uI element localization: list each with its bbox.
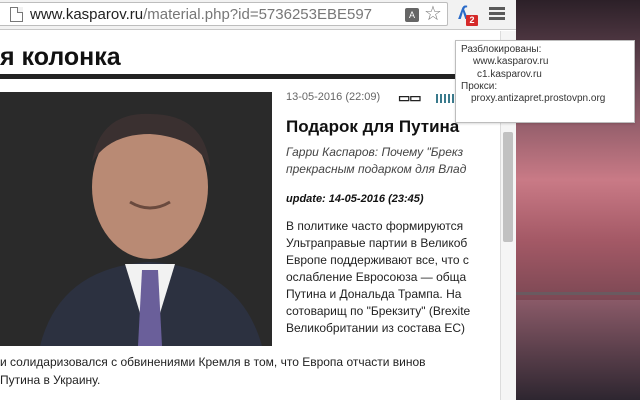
scrollbar-thumb[interactable] bbox=[503, 132, 513, 242]
menu-icon[interactable] bbox=[489, 7, 505, 21]
article-date: 13-05-2016 (22:09) bbox=[286, 91, 381, 103]
subtitle-line: Гарри Каспаров: Почему "Брекз bbox=[286, 145, 464, 159]
body-line: и солидаризовался с обвинениями Кремля в… bbox=[0, 355, 426, 369]
portrait-image bbox=[0, 92, 272, 346]
unblocked-label: Разблокированы: bbox=[461, 44, 542, 55]
body-line: Путина в Украину. bbox=[0, 373, 101, 387]
url-host: www.kasparov.ru bbox=[30, 6, 144, 23]
url-text[interactable]: www.kasparov.ru/material.php?id=5736253E… bbox=[30, 6, 372, 23]
unblocked-site: c1.kasparov.ru bbox=[477, 68, 542, 80]
pier-shape bbox=[516, 292, 640, 295]
url-path: /material.php?id=5736253EBE597 bbox=[143, 6, 373, 23]
page-icon bbox=[10, 7, 23, 22]
body-line: Великобритании из состава ЕС) bbox=[286, 321, 465, 335]
article-body-continued: и солидаризовался с обвинениями Кремля в… bbox=[0, 353, 500, 389]
antizapret-extension-icon[interactable]: ʎ 2 bbox=[454, 3, 478, 27]
body-line: Европе поддерживают все, что с bbox=[286, 253, 469, 267]
sea-shape bbox=[516, 300, 640, 400]
body-line: сотоварищ по "Брекзиту" (Brexite bbox=[286, 304, 471, 318]
address-bar[interactable]: www.kasparov.ru/material.php?id=5736253E… bbox=[0, 2, 448, 26]
page-header: я колонка bbox=[0, 40, 455, 76]
extension-badge: 2 bbox=[466, 15, 478, 26]
star-icon[interactable]: ☆ bbox=[424, 3, 442, 25]
article-body: В политике часто формируются Ультраправы… bbox=[286, 218, 500, 337]
unblocked-site: www.kasparov.ru bbox=[473, 56, 549, 68]
article-subtitle: Гарри Каспаров: Почему "Брекз прекрасным… bbox=[286, 144, 500, 178]
glasses-icon[interactable]: ▭▭ bbox=[398, 90, 422, 106]
page-title: я колонка bbox=[0, 43, 121, 71]
extension-popup: Разблокированы: www.kasparov.ru c1.kaspa… bbox=[455, 40, 635, 123]
header-divider bbox=[0, 74, 500, 79]
browser-toolbar: www.kasparov.ru/material.php?id=5736253E… bbox=[0, 0, 516, 30]
translate-icon[interactable]: A bbox=[405, 8, 419, 22]
article-photo[interactable] bbox=[0, 92, 272, 346]
body-line: В политике часто формируются bbox=[286, 219, 464, 233]
article-update: update: 14-05-2016 (23:45) bbox=[286, 193, 424, 205]
body-line: Путина и Дональда Трампа. На bbox=[286, 287, 462, 301]
subtitle-line: прекрасным подарком для Влад bbox=[286, 162, 467, 176]
article-headline[interactable]: Подарок для Путина bbox=[286, 117, 459, 137]
proxy-label: Прокси: bbox=[461, 80, 498, 92]
proxy-host: proxy.antizapret.prostovpn.org bbox=[471, 93, 606, 105]
body-line: Ультраправые партии в Великоб bbox=[286, 236, 468, 250]
body-line: ослабление Евросоюза — обща bbox=[286, 270, 467, 284]
